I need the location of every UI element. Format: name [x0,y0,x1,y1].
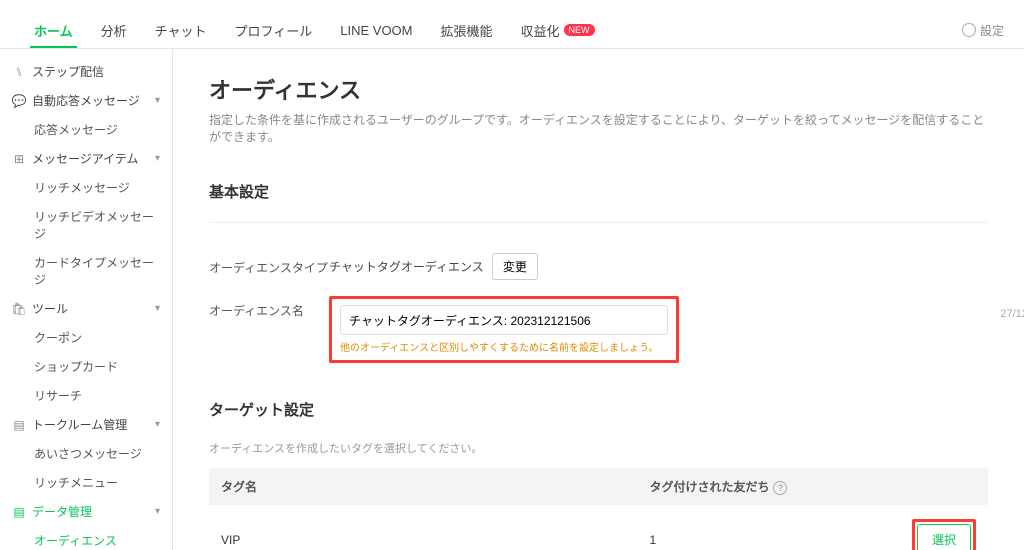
sidebar-shopcard[interactable]: ショップカード [0,352,172,381]
sidebar-tools[interactable]: 🛍ツール▾ [0,294,172,323]
sidebar-step-delivery[interactable]: ⑊ステップ配信 [0,57,172,86]
target-settings-sub: オーディエンスを作成したいタグを選択してください。 [209,440,988,456]
sidebar-audience[interactable]: オーディエンス [0,526,172,550]
audience-type-value: チャットタグオーディエンス [329,258,484,275]
new-badge: NEW [564,24,595,36]
change-button[interactable]: 変更 [492,253,538,280]
sidebar-coupon[interactable]: クーポン [0,323,172,352]
tag-name-cell: VIP [209,505,637,550]
branch-icon: ⑊ [12,65,26,79]
sidebar-talkroom[interactable]: ▤トークルーム管理▾ [0,410,172,439]
basic-settings-heading: 基本設定 [209,181,988,208]
nav-extensions[interactable]: 拡張機能 [427,12,507,48]
nav-chat[interactable]: チャット [141,12,221,48]
gear-icon [962,23,976,37]
audience-type-label: オーディエンスタイプ [209,253,329,276]
audience-name-counter: 27/120 [1000,308,1024,320]
sidebar-card-type[interactable]: カードタイプメッセージ [0,248,172,294]
tag-table: タグ名 タグ付けされた友だち? VIP 1 選択 除外 26 選択 [209,468,988,550]
select-highlight: 選択 [912,519,976,550]
select-button[interactable]: 選択 [917,524,971,550]
col-tag-count: タグ付けされた友だち? [637,468,854,505]
audience-name-hint: 他のオーディエンスと区別しやすくするために名前を設定しましょう。 [340,339,668,354]
main-content: オーディエンス 指定した条件を基に作成されるユーザーのグループです。オーディエン… [173,49,1024,550]
nav-profile[interactable]: プロフィール [221,12,327,48]
sidebar-data-management[interactable]: ▤データ管理▾ [0,497,172,526]
chevron-down-icon: ▾ [155,95,160,106]
room-icon: ▤ [12,418,26,432]
nav-monetize[interactable]: 収益化 NEW [507,12,609,48]
chevron-down-icon: ▾ [155,153,160,164]
audience-name-highlight: 他のオーディエンスと区別しやすくするために名前を設定しましょう。 [329,296,679,363]
audience-name-label: オーディエンス名 [209,296,329,319]
sidebar-message-items[interactable]: ⊞メッセージアイテム▾ [0,144,172,173]
sidebar-greeting[interactable]: あいさつメッセージ [0,439,172,468]
database-icon: ▤ [12,505,26,519]
nav-monetize-label: 収益化 [521,21,560,40]
settings-label: 設定 [980,22,1004,39]
info-icon[interactable]: ? [773,481,787,495]
page-description: 指定した条件を基に作成されるユーザーのグループです。オーディエンスを設定すること… [209,111,988,145]
nav-line-voom[interactable]: LINE VOOM [326,12,426,48]
audience-name-input[interactable] [340,305,668,335]
target-settings-heading: ターゲット設定 [209,399,988,426]
chevron-down-icon: ▾ [155,506,160,517]
chevron-down-icon: ▾ [155,419,160,430]
table-row: VIP 1 選択 [209,505,988,550]
chevron-down-icon: ▾ [155,303,160,314]
sidebar-rich-message[interactable]: リッチメッセージ [0,173,172,202]
plus-box-icon: ⊞ [12,152,26,166]
settings-link[interactable]: 設定 [962,22,1004,39]
sidebar-rich-video[interactable]: リッチビデオメッセージ [0,202,172,248]
chat-icon: 💬 [12,94,26,108]
col-tag-name: タグ名 [209,468,637,505]
sidebar-auto-reply[interactable]: 💬自動応答メッセージ▾ [0,86,172,115]
page-title: オーディエンス [209,73,988,105]
sidebar-research[interactable]: リサーチ [0,381,172,410]
nav-analytics[interactable]: 分析 [87,12,141,48]
cart-icon: 🛍 [12,302,26,316]
sidebar-richmenu[interactable]: リッチメニュー [0,468,172,497]
sidebar-reply-message[interactable]: 応答メッセージ [0,115,172,144]
nav-home[interactable]: ホーム [20,12,87,48]
tag-count-cell: 1 [637,505,854,550]
sidebar: ⑊ステップ配信 💬自動応答メッセージ▾ 応答メッセージ ⊞メッセージアイテム▾ … [0,49,173,550]
